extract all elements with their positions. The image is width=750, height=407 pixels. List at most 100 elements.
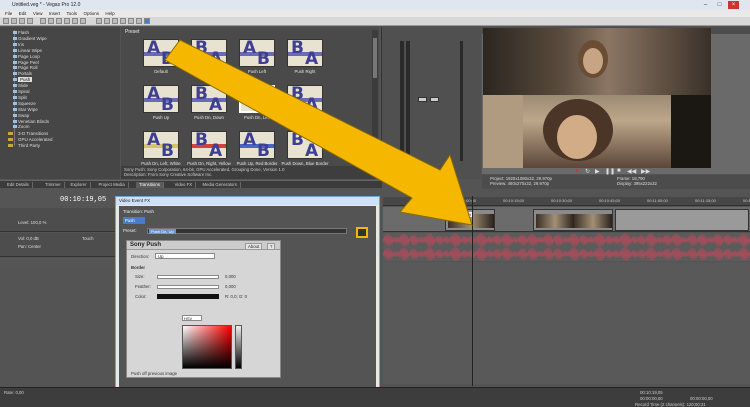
- loop-button[interactable]: ↻: [585, 168, 590, 175]
- color-swatch[interactable]: [157, 294, 219, 299]
- audio-vol[interactable]: Vol: 0,0 dB: [18, 236, 39, 241]
- preset-thumbnail[interactable]: BA: [191, 85, 227, 113]
- audio-waveform[interactable]: [383, 233, 750, 261]
- preset-thumbnail[interactable]: BA: [287, 85, 323, 113]
- audio-pan[interactable]: Pan: Center: [18, 244, 41, 249]
- open-icon[interactable]: [11, 18, 17, 24]
- menu-view[interactable]: View: [33, 10, 43, 17]
- playhead-cursor[interactable]: [472, 196, 473, 386]
- preset-thumbnail[interactable]: BA: [191, 39, 227, 67]
- normal-edit-icon[interactable]: [128, 18, 134, 24]
- menu-tools[interactable]: Tools: [67, 10, 78, 17]
- prev-frame-button[interactable]: ◀◀: [627, 168, 636, 175]
- copy-icon[interactable]: [56, 18, 62, 24]
- lock-envelopes-icon[interactable]: [112, 18, 118, 24]
- video-clip-3[interactable]: [615, 209, 749, 231]
- tree-item[interactable]: Gradient Wipe: [18, 36, 47, 41]
- cut-icon[interactable]: [48, 18, 54, 24]
- tree-item[interactable]: Star Wipe: [18, 107, 38, 112]
- event-fx-icon[interactable]: [356, 227, 368, 238]
- tree-item[interactable]: Swap: [18, 113, 29, 118]
- ignore-grouping-icon[interactable]: [120, 18, 126, 24]
- next-frame-button[interactable]: ▶▶: [641, 168, 650, 175]
- tree-item[interactable]: Flash: [18, 30, 29, 35]
- preset-thumbnail[interactable]: AB: [143, 39, 179, 67]
- feather-value[interactable]: 0,000: [225, 284, 236, 289]
- tree-item[interactable]: Linear Wipe: [18, 48, 42, 53]
- timeline-empty-area[interactable]: [383, 262, 750, 384]
- tree-item[interactable]: Iris: [18, 42, 24, 47]
- envelope-edit-icon[interactable]: [136, 18, 142, 24]
- redo-icon[interactable]: [80, 18, 86, 24]
- tree-item[interactable]: Spiral: [18, 89, 30, 94]
- preset-thumbnail[interactable]: AB: [239, 85, 275, 113]
- tree-item[interactable]: Venetian Blinds: [18, 119, 49, 124]
- render-icon[interactable]: [40, 18, 46, 24]
- video-clip-1[interactable]: Push: [445, 209, 495, 231]
- menu-options[interactable]: Options: [83, 10, 99, 17]
- maximize-button[interactable]: □: [714, 1, 725, 9]
- feather-slider[interactable]: [157, 285, 219, 289]
- presets-scrollbar[interactable]: [372, 30, 378, 170]
- preset-thumbnail[interactable]: BA: [287, 39, 323, 67]
- scroll-thumb[interactable]: [373, 38, 377, 78]
- menu-edit[interactable]: Edit: [19, 10, 27, 17]
- autoripple-icon[interactable]: [104, 18, 110, 24]
- tree-item[interactable]: Portals: [18, 71, 32, 76]
- about-button[interactable]: About: [245, 243, 263, 250]
- paste-icon[interactable]: [64, 18, 70, 24]
- tree-item[interactable]: Page Roll: [18, 65, 38, 70]
- color-model-dropdown[interactable]: HSV: [182, 315, 202, 321]
- master-fader-left[interactable]: [418, 97, 427, 102]
- record-button[interactable]: ●: [575, 168, 579, 174]
- dock-tab[interactable]: Video FX: [172, 182, 197, 188]
- direction-dropdown[interactable]: Up: [155, 253, 215, 259]
- tree-folder[interactable]: 3-D Transitions: [18, 131, 48, 136]
- tree-folder[interactable]: GPU Accelerated: [18, 137, 53, 142]
- tree-folder[interactable]: Third Party: [18, 143, 40, 148]
- snap-icon[interactable]: [96, 18, 102, 24]
- tree-item[interactable]: Split: [18, 95, 27, 100]
- video-level[interactable]: Level: 100,0 %: [18, 220, 46, 225]
- size-slider[interactable]: [157, 275, 219, 279]
- tree-item[interactable]: Push: [18, 77, 33, 83]
- close-button[interactable]: ×: [728, 1, 739, 9]
- menu-insert[interactable]: Insert: [49, 10, 60, 17]
- menu-help[interactable]: Help: [105, 10, 114, 17]
- color-value[interactable]: R: 0,0; G: 0: [225, 294, 247, 299]
- tree-item[interactable]: Page Peel: [18, 60, 39, 65]
- video-clip-2[interactable]: [533, 209, 613, 231]
- preset-thumbnail[interactable]: AB: [143, 131, 179, 159]
- undo-icon[interactable]: [72, 18, 78, 24]
- tree-item[interactable]: Squeeze: [18, 101, 36, 106]
- properties-icon[interactable]: [27, 18, 33, 24]
- fx-preset-dropdown[interactable]: Push Dn, Up: [147, 228, 347, 234]
- size-value[interactable]: 0,000: [225, 274, 236, 279]
- tree-item[interactable]: Slide: [18, 83, 28, 88]
- help-button[interactable]: ?: [267, 243, 276, 250]
- preset-thumbnail[interactable]: AB: [239, 131, 275, 159]
- save-icon[interactable]: [19, 18, 25, 24]
- preset-thumbnail[interactable]: BA: [287, 131, 323, 159]
- color-lightness-slider[interactable]: [235, 325, 242, 369]
- minimize-button[interactable]: –: [700, 1, 711, 9]
- tree-item[interactable]: Zoom: [18, 124, 30, 129]
- push-off-option[interactable]: Push off previous image: [131, 371, 177, 376]
- stop-button[interactable]: ■: [617, 168, 621, 174]
- dock-tab[interactable]: Transitions: [136, 182, 164, 188]
- play-button[interactable]: ▶: [595, 168, 600, 175]
- preset-thumbnail[interactable]: AB: [143, 85, 179, 113]
- preset-thumbnail[interactable]: AB: [239, 39, 275, 67]
- automation-mode[interactable]: Touch: [82, 236, 93, 241]
- new-project-icon[interactable]: [3, 18, 9, 24]
- pause-button[interactable]: ❚❚: [605, 168, 615, 175]
- fx-chain-button[interactable]: Push: [123, 217, 145, 224]
- tree-item[interactable]: Page Loop: [18, 54, 40, 59]
- menu-file[interactable]: File: [5, 10, 12, 17]
- selection-tool-icon[interactable]: [144, 18, 150, 24]
- dock-tab[interactable]: Media Generators: [200, 182, 241, 188]
- timeline-ruler[interactable]: 00:10:00;00 00:10:15;00 00:10:30;00 00:10:4…: [383, 197, 750, 206]
- preset-thumbnail[interactable]: BA: [191, 131, 227, 159]
- master-fader-right[interactable]: [430, 97, 439, 102]
- color-picker-field[interactable]: [182, 325, 232, 369]
